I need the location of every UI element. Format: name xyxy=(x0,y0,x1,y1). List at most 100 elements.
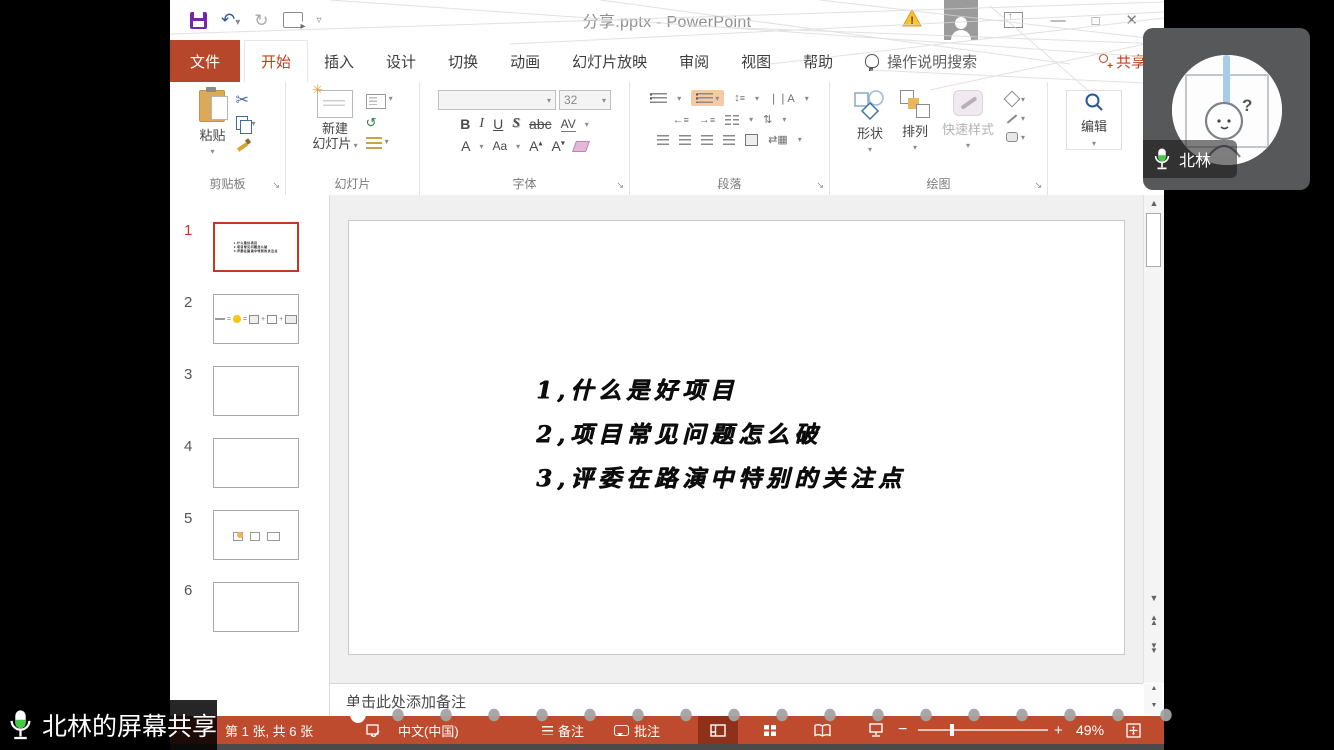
columns-icon[interactable] xyxy=(725,115,739,125)
font-size-combobox[interactable]: 32▾ xyxy=(559,90,611,110)
shape-effects-button[interactable]: ▾ xyxy=(1006,132,1025,142)
tab-file[interactable]: 文件 xyxy=(170,40,240,82)
paragraph-dialog-launcher-icon[interactable]: ↘ xyxy=(816,180,824,191)
tab-help[interactable]: 帮助 xyxy=(787,40,849,82)
slide-layout-icon[interactable] xyxy=(366,94,386,109)
slide-5-preview[interactable] xyxy=(213,510,299,560)
notes-scroll-up-icon[interactable]: ▲ xyxy=(1144,685,1164,692)
justify-icon[interactable] xyxy=(723,135,735,145)
slide-3-preview[interactable] xyxy=(213,366,299,416)
copy-icon[interactable] xyxy=(236,116,248,130)
scrollbar-thumb[interactable] xyxy=(1146,213,1161,267)
clear-formatting-icon[interactable] xyxy=(572,141,590,152)
align-center-icon[interactable] xyxy=(679,135,691,145)
tab-home[interactable]: 开始 xyxy=(244,40,308,82)
quick-access-toolbar: ↶▾ ↻ ▿ xyxy=(190,11,322,30)
undo-button[interactable]: ↶▾ xyxy=(221,11,240,30)
tab-review[interactable]: 审阅 xyxy=(663,40,725,82)
thumbnail-slide-4[interactable]: 4 xyxy=(170,438,330,488)
italic-button[interactable]: I xyxy=(479,116,484,132)
thumbnail-slide-3[interactable]: 3 xyxy=(170,366,330,416)
thumbnail-slide-6[interactable]: 6 xyxy=(170,582,330,632)
bullets-icon[interactable] xyxy=(650,93,667,103)
start-slideshow-icon[interactable] xyxy=(283,12,303,28)
shrink-font-button[interactable]: A▾ xyxy=(552,138,565,154)
decrease-indent-icon[interactable]: ←≡ xyxy=(673,114,689,126)
tab-design[interactable]: 设计 xyxy=(370,40,432,82)
shape-fill-button[interactable]: ▾ xyxy=(1006,93,1025,105)
edit-button[interactable]: 编辑 ▾ xyxy=(1066,90,1122,150)
drawing-dialog-launcher-icon[interactable]: ↘ xyxy=(1034,180,1042,191)
text-shadow-button[interactable]: S xyxy=(512,116,520,132)
align-left-icon[interactable] xyxy=(657,135,669,145)
slide-text-line-2[interactable]: 2,项目常见问题怎么破 xyxy=(536,415,822,449)
font-color-button[interactable]: A xyxy=(461,138,470,154)
shape-outline-button[interactable]: ▾ xyxy=(1006,114,1025,123)
previous-slide-icon[interactable]: ▲▲ xyxy=(1144,615,1164,625)
smartart-convert-icon[interactable]: ⇄▦ xyxy=(768,133,788,146)
minimize-button[interactable]: — xyxy=(1051,12,1066,29)
slide-text-line-3[interactable]: 3,评委在路演中特别的关注点 xyxy=(536,459,906,493)
change-case-button[interactable]: Aa xyxy=(492,139,507,153)
slide-scrollbar[interactable]: ▲ ▼ ▲▲ ▼▼ xyxy=(1143,195,1164,683)
text-box-align-icon[interactable]: ⇅ xyxy=(763,113,772,126)
align-right-icon[interactable] xyxy=(701,135,713,145)
next-slide-icon[interactable]: ▼▼ xyxy=(1144,643,1164,653)
tab-transitions[interactable]: 切换 xyxy=(432,40,494,82)
slide-text-line-1[interactable]: 1,什么是好项目 xyxy=(536,371,738,405)
tab-animations[interactable]: 动画 xyxy=(494,40,556,82)
grow-font-button[interactable]: A▴ xyxy=(529,138,542,154)
reset-slide-icon[interactable]: ↺ xyxy=(366,117,377,129)
zoom-slider-thumb[interactable] xyxy=(950,724,954,736)
warning-icon[interactable]: ! xyxy=(902,9,922,32)
microphone-icon xyxy=(1153,146,1171,172)
tab-slideshow[interactable]: 幻灯片放映 xyxy=(556,40,663,82)
text-direction-icon[interactable]: ❘❘A xyxy=(769,92,795,105)
slide-indicator[interactable]: 第 1 张, 共 6 张 xyxy=(225,716,313,744)
increase-indent-icon[interactable]: →≡ xyxy=(699,114,715,126)
slide-6-preview[interactable] xyxy=(213,582,299,632)
font-name-combobox[interactable]: ▾ xyxy=(438,90,556,110)
add-table-icon[interactable] xyxy=(745,134,758,146)
numbering-button-active[interactable]: ▾ xyxy=(691,90,724,106)
tab-insert[interactable]: 插入 xyxy=(308,40,370,82)
slide-4-preview[interactable] xyxy=(213,438,299,488)
section-icon[interactable] xyxy=(366,137,382,149)
tell-me-search[interactable]: 操作说明搜索 xyxy=(849,40,993,82)
clipboard-dialog-launcher-icon[interactable]: ↘ xyxy=(272,180,280,191)
close-button[interactable]: ✕ xyxy=(1125,11,1138,29)
save-icon[interactable] xyxy=(190,12,207,29)
format-painter-icon[interactable] xyxy=(236,138,250,152)
scroll-down-icon[interactable]: ▼ xyxy=(1144,593,1164,603)
undo-dropdown-icon[interactable]: ▾ xyxy=(235,17,240,28)
qat-customize-icon[interactable]: ▿ xyxy=(317,15,322,26)
account-avatar[interactable] xyxy=(944,0,978,40)
slide-1-preview[interactable]: 1,什么是好项目2,项目常见问题怎么破3,评委在路演中特别的关注点 xyxy=(213,222,299,272)
font-dialog-launcher-icon[interactable]: ↘ xyxy=(616,180,624,191)
current-slide-canvas[interactable]: 1,什么是好项目 2,项目常见问题怎么破 3,评委在路演中特别的关注点 xyxy=(348,220,1125,655)
thumbnail-slide-2[interactable]: 2 == ++ xyxy=(170,294,330,344)
zoom-slider-track[interactable] xyxy=(918,729,1048,731)
thumbnail-slide-5[interactable]: 5 xyxy=(170,510,330,560)
webcam-overlay[interactable]: ? 北林 xyxy=(1143,28,1310,190)
webcam-nametag: 北林 xyxy=(1143,140,1237,178)
underline-button[interactable]: U xyxy=(493,116,503,132)
svg-text:!: ! xyxy=(910,15,914,27)
thumbnail-slide-1[interactable]: 1 1,什么是好项目2,项目常见问题怎么破3,评委在路演中特别的关注点 xyxy=(170,222,330,272)
spellcheck-icon[interactable] xyxy=(366,716,381,744)
tab-view[interactable]: 视图 xyxy=(725,40,787,82)
cut-icon[interactable]: ✂ xyxy=(236,94,249,108)
strikethrough-button[interactable]: abc xyxy=(529,116,552,132)
ribbon-tabs: 文件 开始 插入 设计 切换 动画 幻灯片放映 审阅 视图 帮助 操作说明搜索 … xyxy=(170,40,1164,83)
redo-icon[interactable]: ↻ xyxy=(254,12,268,29)
line-spacing-icon[interactable]: ↕≡ xyxy=(734,92,745,104)
bold-button[interactable]: B xyxy=(460,116,470,132)
scroll-up-icon[interactable]: ▲ xyxy=(1144,198,1164,208)
clipboard-group-label: 剪贴板 xyxy=(170,175,285,192)
slide-number: 6 xyxy=(184,582,192,599)
clipboard-group: 粘贴 ▾ ✂ ▾ 剪贴板 ↘ xyxy=(170,82,286,195)
character-spacing-button[interactable]: AV xyxy=(561,117,576,132)
slide-2-preview[interactable]: == ++ xyxy=(213,294,299,344)
maximize-button[interactable]: □ xyxy=(1092,13,1100,28)
ribbon-display-options-icon[interactable] xyxy=(1004,12,1023,28)
